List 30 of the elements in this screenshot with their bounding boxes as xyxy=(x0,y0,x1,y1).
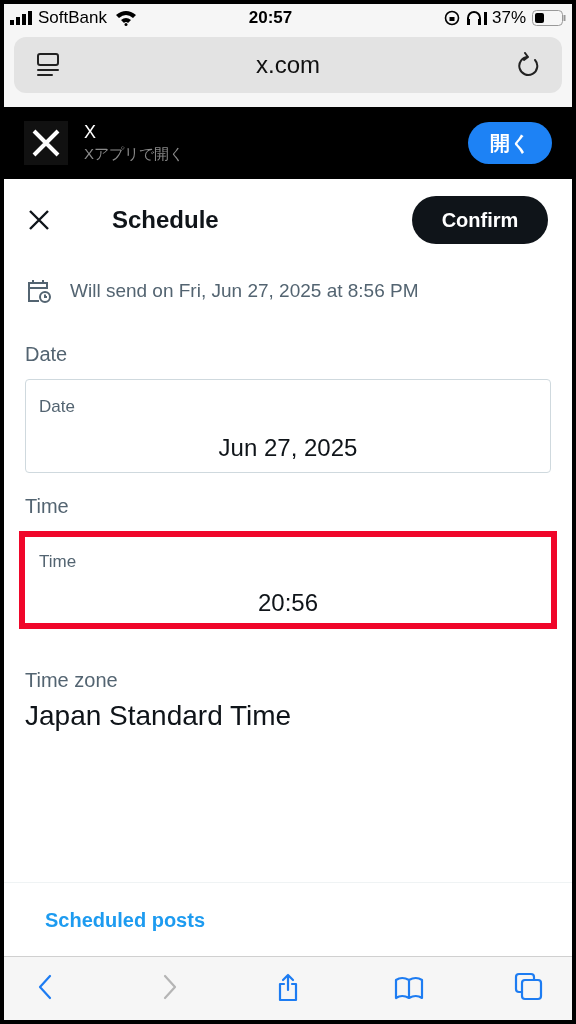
field-value: 20:56 xyxy=(256,587,320,618)
carrier: SoftBank xyxy=(38,7,107,30)
highlighted-field[interactable]: Time 20:56 xyxy=(19,531,557,629)
open-button[interactable]: 開く xyxy=(468,122,552,164)
address-bar[interactable]: x.com xyxy=(14,37,562,93)
x-logo-icon xyxy=(24,121,68,165)
reader-icon[interactable] xyxy=(36,52,60,78)
field-value: Jun 27, 2025 xyxy=(217,432,359,463)
calendar-clock-icon xyxy=(26,278,52,304)
section-heading: Date xyxy=(25,342,69,367)
reload-icon[interactable] xyxy=(516,52,540,78)
field-label: Time xyxy=(39,551,78,573)
battery-icon xyxy=(532,10,566,26)
picker-field[interactable]: Date Jun 27, 2025 xyxy=(25,379,551,473)
time-zone-value: Japan Standard Time xyxy=(25,699,293,733)
schedule-summary: Will send on Fri, Jun 27, 2025 at 8:56 PM xyxy=(70,278,419,303)
modal-title: Schedule xyxy=(112,205,220,235)
time-zone-label: Time zone xyxy=(25,668,119,693)
clock: 20:57 xyxy=(247,7,294,30)
lock-rotation-icon xyxy=(443,10,460,26)
close-icon[interactable] xyxy=(28,209,50,231)
confirm-button[interactable]: Confirm xyxy=(412,196,548,244)
app-name: X xyxy=(84,120,97,143)
section-heading: Time xyxy=(25,494,70,519)
battery-percent: 37% xyxy=(491,7,526,30)
wifi-icon xyxy=(115,10,137,26)
headphones-icon xyxy=(465,10,488,26)
app-subtitle: Xアプリで開く xyxy=(84,143,185,164)
url-text: x.com xyxy=(255,50,321,80)
field-label: Date xyxy=(39,396,76,418)
